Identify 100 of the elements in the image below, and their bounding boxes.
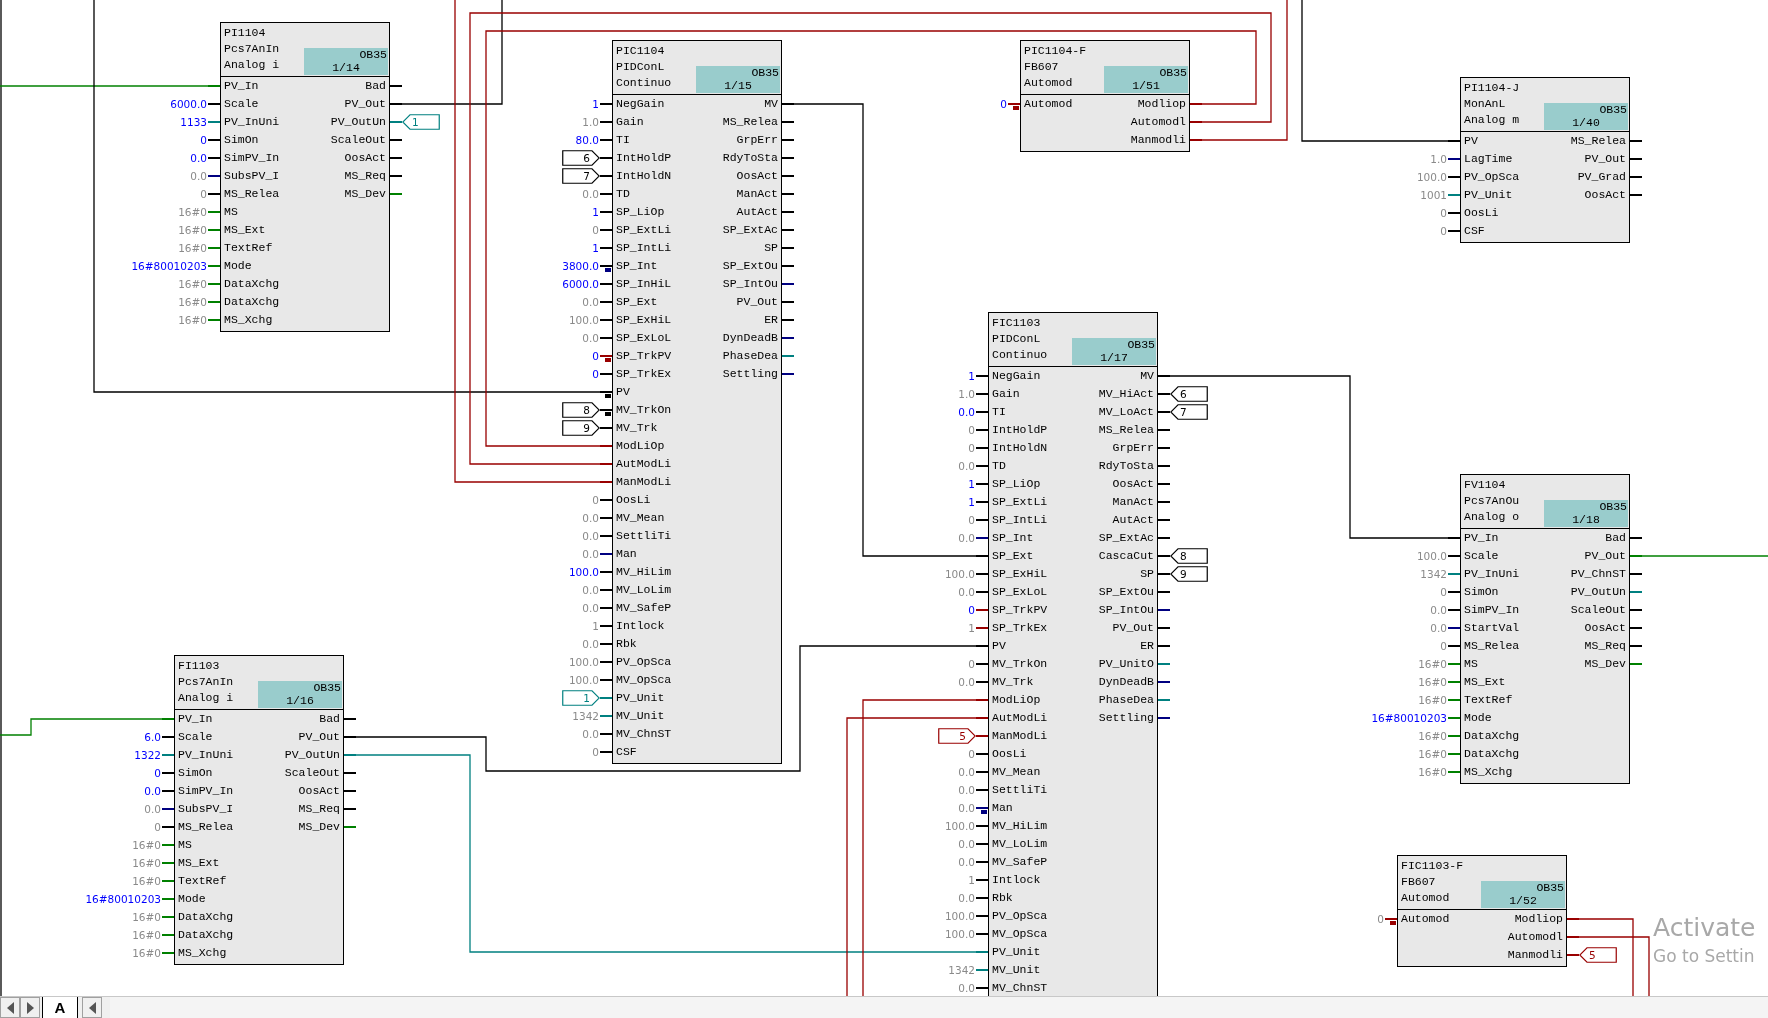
input-pin-label[interactable]: PV_OpSca: [992, 907, 1048, 925]
input-pin-label[interactable]: PV: [992, 637, 1006, 655]
function-block[interactable]: [612, 40, 782, 764]
input-pin-label[interactable]: PV_In: [224, 77, 259, 95]
function-block[interactable]: FIC1103-F FB607 Automod OB35 1/52 Automod Modliop Automodl Manmodli: [1397, 855, 1567, 967]
input-pin-label[interactable]: SimOn: [1464, 583, 1499, 601]
output-pin-label[interactable]: PV_Out: [1584, 547, 1626, 565]
input-pin-label[interactable]: SP_Int: [992, 529, 1034, 547]
input-pin-label[interactable]: Mode: [224, 257, 252, 275]
input-pin-label[interactable]: MV_LoLim: [992, 835, 1048, 853]
output-pin-label[interactable]: SP_IntOu: [722, 275, 778, 293]
output-pin-label[interactable]: PV_Out: [298, 728, 340, 746]
output-pin-label[interactable]: GrpErr: [736, 131, 778, 149]
output-pin-label[interactable]: SP: [764, 239, 778, 257]
input-pin-label[interactable]: MS_Xchg: [224, 311, 273, 329]
input-pin-label[interactable]: NegGain: [992, 367, 1041, 385]
input-pin-label[interactable]: MV_HiLim: [992, 817, 1048, 835]
input-pin-label[interactable]: PV_OpSca: [1464, 168, 1520, 186]
input-pin-label[interactable]: SP_Ext: [616, 293, 658, 311]
input-pin-label[interactable]: PV_Unit: [992, 943, 1041, 961]
input-pin-label[interactable]: PV_InUni: [1464, 565, 1520, 583]
input-pin-label[interactable]: DataXchg: [224, 275, 280, 293]
output-pin-label[interactable]: Automodl: [1130, 113, 1186, 131]
input-pin-label[interactable]: SimOn: [178, 764, 213, 782]
output-pin-label[interactable]: Bad: [1605, 529, 1626, 547]
output-pin-label[interactable]: Manmodli: [1507, 946, 1563, 964]
input-pin-label[interactable]: NegGain: [616, 95, 665, 113]
input-pin-label[interactable]: StartVal: [1464, 619, 1520, 637]
input-pin-label[interactable]: SP_LiOp: [616, 203, 665, 221]
input-pin-label[interactable]: PV_Unit: [616, 689, 665, 707]
output-pin-label[interactable]: DynDeadB: [722, 329, 778, 347]
input-pin-label[interactable]: MV_TrkOn: [992, 655, 1048, 673]
input-pin-label[interactable]: CSF: [1464, 222, 1485, 240]
output-pin-label[interactable]: PV_Out: [1112, 619, 1154, 637]
output-pin-label[interactable]: SP: [1140, 565, 1154, 583]
input-pin-label[interactable]: SP_TrkEx: [992, 619, 1048, 637]
output-pin-label[interactable]: MS_Dev: [1584, 655, 1626, 673]
input-pin-label[interactable]: IntHoldN: [616, 167, 672, 185]
output-pin-label[interactable]: PhaseDea: [722, 347, 778, 365]
output-pin-label[interactable]: RdyToSta: [722, 149, 778, 167]
input-pin-label[interactable]: MV_TrkOn: [616, 401, 672, 419]
previous-sheet-button[interactable]: [0, 997, 20, 1018]
input-pin-label[interactable]: Rbk: [992, 889, 1013, 907]
output-pin-label[interactable]: Modliop: [1137, 95, 1186, 113]
input-pin-label[interactable]: DataXchg: [1464, 727, 1520, 745]
input-pin-label[interactable]: TextRef: [178, 872, 227, 890]
input-pin-label[interactable]: Man: [992, 799, 1013, 817]
input-pin-label[interactable]: TI: [992, 403, 1006, 421]
output-pin-label[interactable]: ManAct: [736, 185, 778, 203]
output-pin-label[interactable]: Settling: [722, 365, 778, 383]
next-sheet-button[interactable]: [20, 997, 40, 1018]
input-pin-label[interactable]: DataXchg: [1464, 745, 1520, 763]
input-pin-label[interactable]: SubsPV_I: [178, 800, 234, 818]
output-pin-label[interactable]: AutAct: [1112, 511, 1154, 529]
input-pin-label[interactable]: Mode: [1464, 709, 1492, 727]
output-pin-label[interactable]: ER: [1140, 637, 1154, 655]
input-pin-label[interactable]: MS_Relea: [1464, 637, 1520, 655]
input-pin-label[interactable]: MS_Relea: [224, 185, 280, 203]
output-pin-label[interactable]: PV_OutUn: [1570, 583, 1626, 601]
input-pin-label[interactable]: Automod: [1401, 910, 1450, 928]
function-block[interactable]: PI1104-J MonAnL Analog m OB35 1/40 PV LagTime PV_OpSca PV_Unit OosLi CSF MS_Relea PV_Out PV_Grad OosAct: [1460, 77, 1630, 243]
input-pin-label[interactable]: Gain: [616, 113, 644, 131]
input-pin-label[interactable]: MV_Mean: [616, 509, 665, 527]
output-pin-label[interactable]: PV_Out: [344, 95, 386, 113]
output-pin-label[interactable]: SP_ExtAc: [722, 221, 778, 239]
input-pin-label[interactable]: MS_Xchg: [1464, 763, 1513, 781]
output-pin-label[interactable]: Manmodli: [1130, 131, 1186, 149]
input-pin-label[interactable]: PV_Unit: [1464, 186, 1513, 204]
output-pin-label[interactable]: OosAct: [736, 167, 778, 185]
input-pin-label[interactable]: SP_Ext: [992, 547, 1034, 565]
output-pin-label[interactable]: OosAct: [1584, 619, 1626, 637]
output-pin-label[interactable]: ScaleOut: [330, 131, 386, 149]
input-pin-label[interactable]: SP_ExLoL: [616, 329, 672, 347]
input-pin-label[interactable]: Intlock: [616, 617, 665, 635]
output-pin-label[interactable]: ScaleOut: [1570, 601, 1626, 619]
input-pin-label[interactable]: TextRef: [224, 239, 273, 257]
function-block[interactable]: [988, 312, 1158, 996]
input-pin-label[interactable]: SP_ExtLi: [992, 493, 1048, 511]
input-pin-label[interactable]: ModLiOp: [992, 691, 1041, 709]
output-pin-label[interactable]: MS_Req: [298, 800, 340, 818]
input-pin-label[interactable]: MS_Relea: [178, 818, 234, 836]
input-pin-label[interactable]: DataXchg: [178, 926, 234, 944]
input-pin-label[interactable]: Mode: [178, 890, 206, 908]
input-pin-label[interactable]: MV_OpSca: [992, 925, 1048, 943]
input-pin-label[interactable]: MS: [178, 836, 192, 854]
input-pin-label[interactable]: SP_InHiL: [616, 275, 672, 293]
output-pin-label[interactable]: Automodl: [1507, 928, 1563, 946]
output-pin-label[interactable]: MV: [764, 95, 778, 113]
input-pin-label[interactable]: DataXchg: [178, 908, 234, 926]
input-pin-label[interactable]: SP_TrkEx: [616, 365, 672, 383]
input-pin-label[interactable]: Rbk: [616, 635, 637, 653]
output-pin-label[interactable]: OosAct: [344, 149, 386, 167]
input-pin-label[interactable]: ModLiOp: [616, 437, 665, 455]
output-pin-label[interactable]: SP_ExtOu: [722, 257, 778, 275]
output-pin-label[interactable]: PV_Grad: [1577, 168, 1626, 186]
output-pin-label[interactable]: MS_Relea: [1570, 132, 1626, 150]
input-pin-label[interactable]: Intlock: [992, 871, 1041, 889]
input-pin-label[interactable]: MS: [1464, 655, 1478, 673]
input-pin-label[interactable]: PV_In: [178, 710, 213, 728]
input-pin-label[interactable]: OosLi: [992, 745, 1027, 763]
